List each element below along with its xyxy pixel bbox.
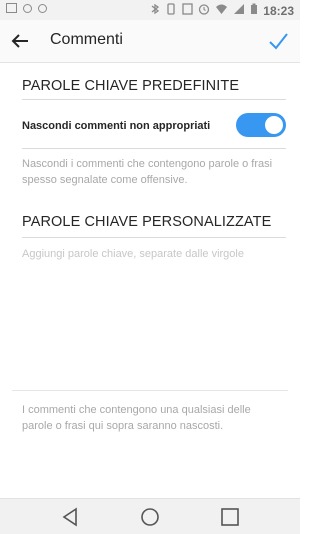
navigation-bar [0, 498, 300, 534]
toggle-knob [265, 116, 283, 134]
battery-icon [250, 3, 258, 18]
hide-comments-toggle[interactable] [236, 113, 286, 137]
row-divider [22, 148, 286, 149]
nav-back-icon[interactable] [60, 506, 82, 528]
page-title: Commenti [50, 31, 123, 48]
footer-note: I commenti che contengono una qualsiasi … [22, 404, 251, 432]
custom-keywords-input[interactable]: Aggiungi parole chiave, separate dalle v… [22, 248, 244, 260]
status-left-icons [6, 3, 47, 13]
section-divider [22, 237, 286, 238]
default-keywords-title: PAROLE CHIAVE PREDEFINITE [22, 78, 240, 94]
image-icon [6, 3, 17, 13]
back-arrow-icon[interactable] [10, 31, 30, 51]
nav-recents-icon[interactable] [219, 506, 241, 528]
custom-keywords-title: PAROLE CHIAVE PERSONALIZZATE [22, 214, 272, 230]
vibrate-icon [165, 3, 177, 18]
status-bar: 18:23 [0, 0, 300, 20]
hide-comments-label: Nascondi commenti non appropriati [22, 120, 211, 132]
telegram-icon [38, 3, 47, 13]
alarm-icon [198, 3, 210, 18]
nav-home-icon[interactable] [139, 506, 161, 528]
nfc-icon [182, 3, 193, 18]
section-divider [22, 99, 286, 100]
signal-icon [233, 3, 245, 18]
wifi-icon [215, 3, 228, 18]
bluetooth-icon [150, 3, 160, 18]
default-keywords-description: Nascondi i commenti che contengono parol… [22, 158, 273, 186]
status-right-icons: 18:23 [150, 3, 294, 18]
messenger-icon [23, 3, 32, 13]
footer-divider [12, 390, 288, 391]
checkmark-icon[interactable] [268, 31, 288, 51]
toolbar: Commenti [0, 20, 300, 63]
status-time: 18:23 [263, 3, 294, 18]
